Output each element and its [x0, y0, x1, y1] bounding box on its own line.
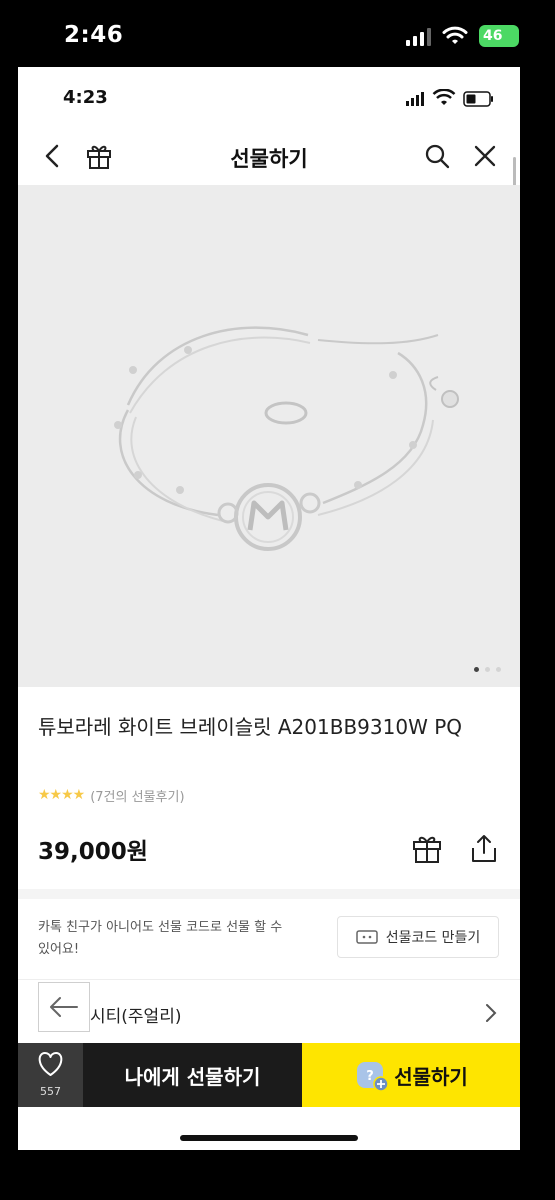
search-icon[interactable]	[422, 141, 452, 171]
brand-name: 시티(주얼리)	[90, 1007, 182, 1027]
like-button[interactable]: 557	[18, 1043, 83, 1107]
svg-text:?: ?	[366, 1069, 374, 1084]
home-indicator[interactable]	[180, 1135, 358, 1141]
gift-code-description: 카톡 친구가 아니어도 선물 코드로 선물 할 수 있어요!	[38, 920, 283, 957]
heart-icon	[38, 1052, 63, 1076]
star-rating: ★★★★	[38, 787, 85, 803]
gift-to-myself-button[interactable]: 나에게 선물하기	[83, 1043, 302, 1107]
gift-wrap-icon[interactable]	[411, 833, 443, 865]
pager-dot	[485, 667, 490, 672]
battery-icon: 46	[479, 25, 519, 47]
inner-status-icons	[406, 89, 493, 107]
rating-row[interactable]: ★★★★ (7건의 선물후기)	[38, 785, 185, 805]
friend-add-icon: ?	[357, 1062, 389, 1092]
gift-to-myself-label: 나에게 선물하기	[124, 1064, 261, 1089]
outer-status-bar: 2:46 46	[0, 0, 555, 66]
send-gift-label: 선물하기	[394, 1064, 468, 1089]
inner-status-bar: 4:23	[18, 67, 520, 127]
share-icon[interactable]	[468, 833, 500, 865]
app-screen: 4:23 선물하기 튜보라레 화이트 브레이슬릿 A201BB9310W PQ …	[18, 67, 520, 1150]
outer-clock: 2:46	[64, 22, 124, 48]
ticket-icon	[355, 930, 378, 944]
pager-dot-active	[474, 667, 479, 672]
wifi-icon	[442, 26, 468, 44]
close-icon[interactable]	[470, 141, 500, 171]
image-pager-dots	[474, 667, 514, 675]
left-arrow-icon	[50, 997, 78, 1017]
product-price: 39,000원	[38, 839, 148, 865]
create-gift-code-button[interactable]: 선물코드 만들기	[337, 916, 499, 958]
floating-back-button[interactable]	[38, 982, 90, 1032]
brand-link-row[interactable]: 시티(주얼리)	[18, 979, 520, 1044]
bottom-action-bar: 557 나에게 선물하기 ? 선물하기	[18, 1043, 520, 1107]
like-count: 557	[40, 1085, 61, 1098]
top-navigation: 선물하기	[18, 127, 520, 185]
product-image[interactable]	[18, 185, 520, 687]
cellular-signal-icon	[406, 28, 431, 46]
inner-clock: 4:23	[63, 87, 108, 108]
bracelet-illustration	[114, 326, 459, 551]
review-count: (7건의 선물후기)	[90, 789, 185, 805]
chevron-right-icon	[486, 1004, 497, 1022]
product-name: 튜보라레 화이트 브레이슬릿 A201BB9310W PQ	[38, 715, 463, 739]
pager-dot	[496, 667, 501, 672]
battery-level: 46	[483, 28, 503, 44]
create-gift-code-label: 선물코드 만들기	[385, 930, 481, 946]
section-divider	[18, 889, 520, 899]
send-gift-button[interactable]: ? 선물하기	[302, 1043, 520, 1107]
